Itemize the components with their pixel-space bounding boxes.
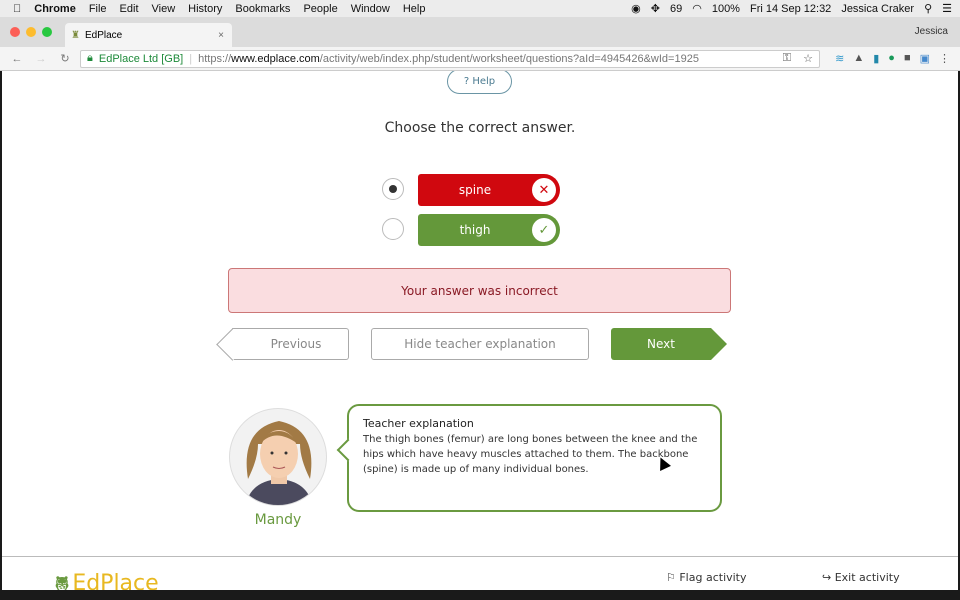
reload-icon[interactable]: ↻ xyxy=(58,52,72,65)
menu-icon[interactable]: ⋮ xyxy=(939,52,950,65)
mac-menubar:  Chrome File Edit View History Bookmark… xyxy=(0,0,960,17)
profile-name[interactable]: Jessica xyxy=(915,26,948,37)
close-tab-icon[interactable]: × xyxy=(218,30,224,41)
teacher-avatar xyxy=(229,408,327,506)
tab-strip: ♜ EdPlace × Jessica xyxy=(0,17,960,47)
cross-icon: ✕ xyxy=(532,178,556,202)
zoom-window-button[interactable] xyxy=(42,27,52,37)
grammarly-icon[interactable]: ● xyxy=(888,52,895,65)
edplace-favicon: ♜ xyxy=(71,29,80,41)
menu-people[interactable]: People xyxy=(303,3,337,15)
address-bar[interactable]: 🔒︎ EdPlace Ltd [GB] | https://www.edplac… xyxy=(80,49,820,68)
apple-icon[interactable]:  xyxy=(13,3,21,15)
explanation-title: Teacher explanation xyxy=(363,417,474,430)
option-label: spine xyxy=(458,183,492,197)
tab-title: EdPlace xyxy=(85,29,123,41)
owl-icon: 🦉︎ xyxy=(52,575,73,590)
status-icon[interactable]: ◉ xyxy=(631,2,641,15)
menu-bookmarks[interactable]: Bookmarks xyxy=(235,3,290,15)
feedback-message: Your answer was incorrect xyxy=(228,268,731,313)
back-icon[interactable]: ← xyxy=(10,53,24,65)
page-content: ? Help Choose the correct answer. spine … xyxy=(2,71,958,590)
flag-activity-link[interactable]: ⚐ Flag activity xyxy=(666,571,747,585)
explanation-text: The thigh bones (femur) are long bones b… xyxy=(363,434,698,475)
question-prompt: Choose the correct answer. xyxy=(384,120,576,136)
exit-icon: ↪ xyxy=(822,571,835,584)
menu-history[interactable]: History xyxy=(188,3,222,15)
page-footer: 🦉︎EdPlace ⚐ Flag activity ↪ Exit activit… xyxy=(2,556,958,590)
help-button[interactable]: ? Help xyxy=(447,71,512,94)
security-label: EdPlace Ltd [GB] xyxy=(98,52,184,65)
previous-label: Previous xyxy=(270,337,322,351)
menu-app[interactable]: Chrome xyxy=(34,3,76,15)
menu-edit[interactable]: Edit xyxy=(120,3,139,15)
exit-activity-link[interactable]: ↪ Exit activity xyxy=(822,571,900,585)
menu-help[interactable]: Help xyxy=(403,3,426,15)
extension-icon[interactable]: ▣ xyxy=(920,52,930,65)
next-button[interactable]: Next xyxy=(611,328,727,360)
option-radio-spine[interactable] xyxy=(382,178,404,200)
browser-tab[interactable]: ♜ EdPlace × xyxy=(65,23,232,47)
previous-button[interactable]: Previous xyxy=(232,328,349,360)
flag-activity-label: Flag activity xyxy=(679,571,747,584)
extensions: ≋ ▲ ▮ ● ■ ▣ ⋮ xyxy=(835,52,960,65)
list-icon[interactable]: ☰ xyxy=(942,2,952,15)
wifi-icon[interactable]: ◠ xyxy=(692,2,702,15)
extension-icon[interactable]: ≋ xyxy=(835,52,844,65)
minimize-window-button[interactable] xyxy=(26,27,36,37)
spotlight-icon[interactable]: ⚲ xyxy=(924,2,932,15)
forward-icon[interactable]: → xyxy=(34,53,48,65)
hide-explanation-button[interactable]: Hide teacher explanation xyxy=(371,328,589,360)
url[interactable]: https://www.edplace.com/activity/web/ind… xyxy=(198,53,699,65)
option-label: thigh xyxy=(459,223,491,237)
extension-icon[interactable]: ■ xyxy=(904,52,911,65)
teacher-name: Mandy xyxy=(254,512,302,528)
window-controls xyxy=(10,27,52,37)
edplace-logo[interactable]: 🦉︎EdPlace xyxy=(52,571,159,590)
exit-activity-label: Exit activity xyxy=(834,571,900,584)
lock-icon: 🔒︎ xyxy=(87,52,93,64)
answer-option-spine[interactable]: spine ✕ xyxy=(418,174,560,206)
user-name[interactable]: Jessica Craker xyxy=(841,3,914,15)
menu-file[interactable]: File xyxy=(89,3,107,15)
flag-icon: ⚐ xyxy=(666,571,680,584)
extension-icon[interactable]: ▮ xyxy=(873,52,879,65)
menu-view[interactable]: View xyxy=(152,3,176,15)
option-radio-thigh[interactable] xyxy=(382,218,404,240)
menu-window[interactable]: Window xyxy=(351,3,390,15)
battery-status[interactable]: 100% xyxy=(712,3,740,15)
dropbox-icon[interactable]: ✥ xyxy=(651,2,660,15)
extension-icon[interactable]: ▲ xyxy=(853,52,864,65)
close-window-button[interactable] xyxy=(10,27,20,37)
clock[interactable]: Fri 14 Sep 12:32 xyxy=(750,3,831,15)
browser-toolbar: ← → ↻ 🔒︎ EdPlace Ltd [GB] | https://www.… xyxy=(0,47,960,71)
key-icon[interactable]: ⚿ xyxy=(783,52,797,65)
check-icon: ✓ xyxy=(532,218,556,242)
star-icon[interactable]: ☆ xyxy=(803,52,819,65)
badge-count[interactable]: 69 xyxy=(670,3,682,15)
answer-option-thigh[interactable]: thigh ✓ xyxy=(418,214,560,246)
